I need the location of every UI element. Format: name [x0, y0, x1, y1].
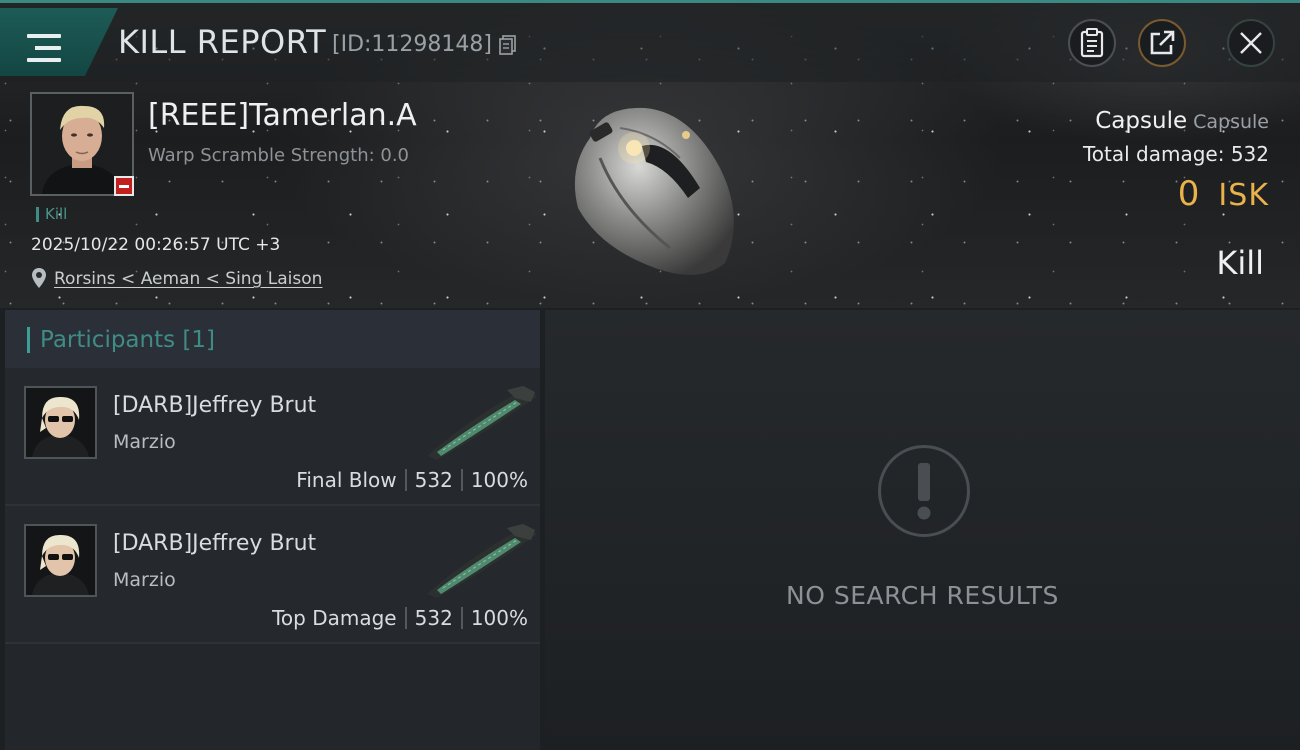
- isk-amount: 0: [1177, 174, 1201, 214]
- accent-line: [0, 0, 1300, 3]
- ship-type: Capsule Capsule: [1095, 108, 1269, 134]
- header-accent-bar: [27, 327, 30, 353]
- participants-panel: Participants [1] [DARB]Jeffrey Brut Marz…: [5, 310, 540, 750]
- kill-report-screen: KILL REPORT [ID:11298148] [REEE]Tamerlan…: [0, 0, 1300, 750]
- isk-value: 0 ISK: [1178, 174, 1269, 214]
- participant-damage: 532: [414, 468, 453, 492]
- victim-name[interactable]: [REEE]Tamerlan.A: [148, 98, 417, 133]
- divider: [460, 607, 463, 629]
- share-icon: [1150, 30, 1175, 55]
- empty-results-text: NO SEARCH RESULTS: [786, 581, 1059, 610]
- report-id: [ID:11298148]: [332, 32, 492, 57]
- participant-row[interactable]: [DARB]Jeffrey Brut Marzio Top Damage 532 1…: [5, 506, 540, 644]
- copy-icon[interactable]: [499, 35, 517, 55]
- participant-avatar[interactable]: [24, 386, 97, 459]
- security-status-badge: [114, 176, 134, 196]
- capsule-ship-image: [574, 107, 734, 275]
- exclamation-icon: [878, 445, 970, 537]
- participant-ship: Marzio: [113, 569, 176, 591]
- participant-ship: Marzio: [113, 431, 176, 453]
- participant-ship-image[interactable]: [423, 384, 539, 462]
- clipboard-icon: [1080, 28, 1104, 58]
- close-button[interactable]: [1227, 19, 1275, 67]
- warp-scramble-strength: Warp Scramble Strength: 0.0: [148, 145, 410, 166]
- results-panel: NO SEARCH RESULTS: [545, 310, 1300, 750]
- participant-row[interactable]: [DARB]Jeffrey Brut Marzio Final Blow 532 1…: [5, 368, 540, 506]
- location-link[interactable]: Rorsins < Aeman < Sing Laison: [54, 269, 322, 289]
- divider: [404, 469, 407, 491]
- participant-stats: Top Damage 532 100%: [272, 606, 528, 630]
- participant-role: Final Blow: [296, 468, 397, 492]
- ship-name: Capsule: [1095, 108, 1188, 134]
- kill-tag: Kill: [36, 207, 67, 222]
- participant-damage: 532: [414, 606, 453, 630]
- kill-datetime: 2025/10/22 00:26:57 UTC +3: [31, 235, 281, 255]
- share-button[interactable]: [1138, 19, 1186, 67]
- participants-header[interactable]: Participants [1]: [5, 310, 540, 368]
- isk-unit: ISK: [1218, 178, 1269, 213]
- participant-name[interactable]: [DARB]Jeffrey Brut: [113, 393, 316, 418]
- participant-role: Top Damage: [272, 606, 397, 630]
- participants-title: Participants [1]: [40, 327, 215, 353]
- ship-class: Capsule: [1193, 111, 1269, 133]
- participant-stats: Final Blow 532 100%: [296, 468, 528, 492]
- divider: [404, 607, 407, 629]
- participant-avatar[interactable]: [24, 524, 97, 597]
- participant-name[interactable]: [DARB]Jeffrey Brut: [113, 531, 316, 556]
- kill-result-label: Kill: [1216, 244, 1264, 282]
- page-title: KILL REPORT: [118, 23, 327, 61]
- hamburger-menu-icon: [27, 34, 61, 62]
- total-damage: Total damage: 532: [1082, 142, 1269, 166]
- clipboard-button[interactable]: [1068, 19, 1116, 67]
- divider: [460, 469, 463, 491]
- close-icon: [1240, 32, 1262, 54]
- participant-ship-image[interactable]: [423, 522, 539, 600]
- participant-percent: 100%: [470, 606, 528, 630]
- location-pin-icon: [32, 268, 46, 288]
- participant-percent: 100%: [470, 468, 528, 492]
